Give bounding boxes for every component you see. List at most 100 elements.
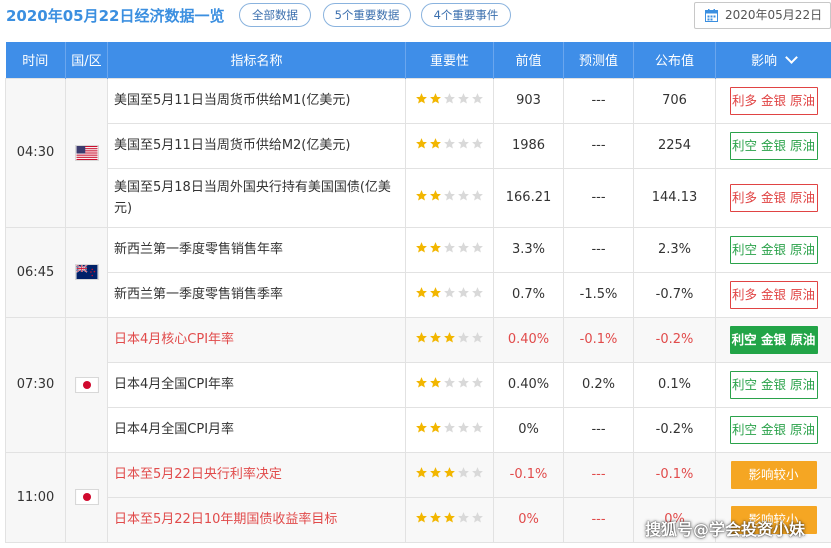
star-filled-icon <box>430 467 441 478</box>
actual-value: -0.1% <box>633 451 716 498</box>
date-picker[interactable]: 2020年05月22日 <box>694 2 831 29</box>
indicator-name[interactable]: 日本4月核心CPI年率 <box>107 316 406 363</box>
importance-stars <box>415 466 484 479</box>
star-empty-icon <box>444 287 455 298</box>
previous-value: 3.3% <box>493 226 564 273</box>
star-empty-icon <box>444 242 455 253</box>
importance-stars <box>415 241 484 254</box>
previous-value: 1986 <box>493 122 564 169</box>
star-empty-icon <box>472 422 483 433</box>
importance-cell <box>405 122 494 169</box>
japan-flag-icon <box>74 489 99 505</box>
importance-cell <box>405 77 494 124</box>
star-filled-icon <box>430 190 441 201</box>
star-filled-icon <box>416 138 427 149</box>
actual-value: -0.2% <box>633 406 716 453</box>
indicator-name[interactable]: 美国至5月11日当周货币供给M1(亿美元) <box>107 77 406 124</box>
us-flag-icon <box>74 144 99 161</box>
impact-cell: 利空 金银 原油 <box>715 361 831 408</box>
indicator-name[interactable]: 日本4月全国CPI月率 <box>107 406 406 453</box>
star-empty-icon <box>444 93 455 104</box>
indicator-name[interactable]: 日本至5月22日央行利率决定 <box>107 451 406 498</box>
impact-badge[interactable]: 影响较小 <box>730 460 817 489</box>
region-cell <box>65 77 108 228</box>
impact-badge[interactable]: 利多 金银 原油 <box>729 86 818 115</box>
impact-badge[interactable]: 利多 金银 原油 <box>729 183 818 212</box>
star-filled-icon <box>444 467 455 478</box>
star-empty-icon <box>458 190 469 201</box>
previous-value: 0% <box>493 496 564 543</box>
indicator-name[interactable]: 美国至5月11日当周货币供给M2(亿美元) <box>107 122 406 169</box>
filter-key-data-button[interactable]: 5个重要数据 <box>323 3 411 27</box>
indicator-name[interactable]: 日本4月全国CPI年率 <box>107 361 406 408</box>
actual-value: 2.3% <box>633 226 716 273</box>
table-row[interactable]: 日本4月全国CPI月率 0% --- -0.2% 利空 金银 原油 <box>6 406 831 453</box>
star-empty-icon <box>458 512 469 523</box>
filter-key-events-button[interactable]: 4个重要事件 <box>421 3 511 27</box>
forecast-value: --- <box>563 226 634 273</box>
region-cell <box>65 451 108 543</box>
star-empty-icon <box>444 422 455 433</box>
filter-all-button[interactable]: 全部数据 <box>239 3 311 27</box>
header-previous: 前值 <box>493 42 564 78</box>
impact-badge[interactable]: 利空 金银 原油 <box>729 325 818 354</box>
importance-stars <box>415 376 484 389</box>
table-row[interactable]: 06:45 新西兰第一季度零售销售年率 3.3% --- 2.3% 利空 金银 原油 <box>5 226 831 318</box>
actual-value: 144.13 <box>633 167 716 228</box>
time-cell: 06:45 <box>5 226 66 318</box>
star-filled-icon <box>430 93 441 104</box>
star-filled-icon <box>430 422 441 433</box>
table-row[interactable]: 日本4月全国CPI年率 0.40% 0.2% 0.1% 利空 金银 原油 <box>6 361 831 408</box>
importance-cell <box>405 167 494 228</box>
forecast-value: --- <box>563 496 634 543</box>
star-filled-icon <box>430 512 441 523</box>
table-row[interactable]: 新西兰第一季度零售销售季率 0.7% -1.5% -0.7% 利多 金银 原油 <box>6 271 831 318</box>
actual-value: 0.1% <box>633 361 716 408</box>
star-empty-icon <box>472 93 483 104</box>
region-cell <box>65 316 108 453</box>
star-filled-icon <box>416 512 427 523</box>
previous-value: -0.1% <box>493 451 564 498</box>
header-importance: 重要性 <box>405 42 494 78</box>
forecast-value: -1.5% <box>563 271 634 318</box>
star-empty-icon <box>472 287 483 298</box>
star-filled-icon <box>430 138 441 149</box>
star-filled-icon <box>430 287 441 298</box>
star-empty-icon <box>472 138 483 149</box>
star-filled-icon <box>416 242 427 253</box>
star-filled-icon <box>416 422 427 433</box>
impact-badge[interactable]: 利空 金银 原油 <box>729 370 818 399</box>
table-row[interactable]: 美国至5月11日当周货币供给M2(亿美元) 1986 --- 2254 利空 金银 原油 <box>6 122 831 169</box>
star-filled-icon <box>416 190 427 201</box>
header-impact[interactable]: 影响 <box>715 42 831 78</box>
economic-calendar-table: 时间 国/区 指标名称 重要性 前值 预测值 公布值 影响 04:30 美国至5月… <box>5 42 831 543</box>
forecast-value: --- <box>563 77 634 124</box>
header-time: 时间 <box>5 42 66 78</box>
impact-cell: 利空 金银 原油 <box>715 406 831 453</box>
actual-value: 706 <box>633 77 716 124</box>
indicator-name[interactable]: 新西兰第一季度零售销售季率 <box>107 271 406 318</box>
table-row[interactable]: 07:30 日本4月核心CPI年率 0.40% -0.1% -0.2% 利空 金银 原油 <box>5 316 831 453</box>
importance-cell <box>405 451 494 498</box>
impact-badge[interactable]: 利空 金银 原油 <box>729 235 818 264</box>
impact-badge[interactable]: 利多 金银 原油 <box>729 280 818 309</box>
impact-badge[interactable]: 利空 金银 原油 <box>729 415 818 444</box>
table-row[interactable]: 美国至5月18日当周外国央行持有美国国债(亿美元) 166.21 --- 144.13… <box>6 167 831 228</box>
indicator-name[interactable]: 美国至5月18日当周外国央行持有美国国债(亿美元) <box>107 167 406 228</box>
header-impact-label: 影响 <box>750 54 777 70</box>
time-cell: 11:00 <box>5 451 66 543</box>
star-empty-icon <box>458 242 469 253</box>
forecast-value: --- <box>563 406 634 453</box>
indicator-name[interactable]: 新西兰第一季度零售销售年率 <box>107 226 406 273</box>
previous-value: 0.40% <box>493 361 564 408</box>
impact-cell: 利多 金银 原油 <box>715 77 831 124</box>
star-empty-icon <box>458 138 469 149</box>
table-row[interactable]: 04:30 美国至5月11日当周货币供给M1(亿美元) 903 --- 706 利多 金银… <box>5 77 831 228</box>
calendar-icon <box>705 9 718 22</box>
importance-stars <box>415 137 484 150</box>
indicator-name[interactable]: 日本至5月22日10年期国债收益率目标 <box>107 496 406 543</box>
star-filled-icon <box>416 287 427 298</box>
table-row[interactable]: 11:00 日本至5月22日央行利率决定 -0.1% --- -0.1% 影响较小 <box>5 451 831 543</box>
previous-value: 0% <box>493 406 564 453</box>
impact-badge[interactable]: 利空 金银 原油 <box>729 131 818 160</box>
